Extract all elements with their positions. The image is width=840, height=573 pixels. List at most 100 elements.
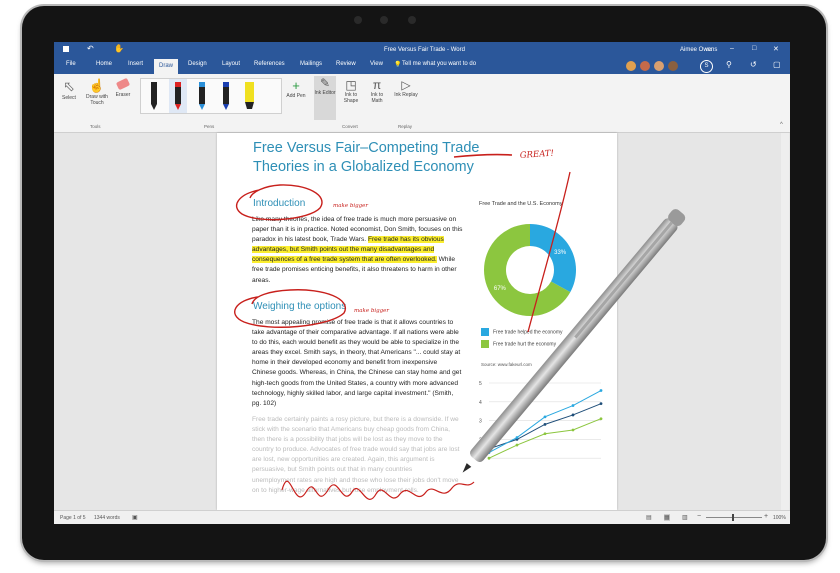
section-heading-weighing: Weighing the options	[253, 301, 347, 312]
pen-blue[interactable]	[199, 82, 205, 110]
draw-touch-label: Draw with Touch	[86, 94, 108, 106]
title-bar: ↶ ✋ Free Versus Fair Trade - Word Aimee …	[54, 42, 790, 58]
group-convert-label: Convert	[342, 124, 358, 129]
tab-references[interactable]: References	[254, 61, 285, 67]
zoom-in-icon[interactable]: +	[764, 513, 768, 520]
tab-layout[interactable]: Layout	[222, 61, 240, 67]
text-line: areas.	[252, 276, 271, 284]
add-pen-button[interactable]: + Add Pen	[284, 78, 308, 99]
section-heading-introduction: Introduction	[253, 198, 306, 209]
avatar[interactable]	[626, 61, 636, 71]
replay-icon: ▷	[401, 78, 411, 92]
data-point	[571, 404, 575, 407]
save-icon[interactable]	[63, 46, 69, 52]
search-icon[interactable]: ⚲	[726, 60, 732, 69]
web-layout-icon[interactable]: ▥	[682, 514, 688, 521]
proofing-icon[interactable]: ▣	[132, 514, 138, 521]
read-mode-icon[interactable]: ▤	[646, 514, 652, 521]
zoom-slider[interactable]	[706, 517, 762, 518]
page-count[interactable]: Page 1 of 5	[60, 515, 86, 521]
tell-me-box[interactable]: Tell me what you want to do	[402, 61, 476, 67]
weighing-paragraph: The most appealing promise of free trade…	[252, 318, 467, 409]
data-point	[571, 428, 575, 432]
vertical-scrollbar[interactable]	[781, 133, 789, 510]
y-tick-label: 2	[479, 437, 482, 443]
avatar[interactable]	[640, 61, 650, 71]
eraser-button[interactable]: Eraser	[112, 77, 134, 98]
text-line: home in their developed economy and bene…	[252, 359, 438, 367]
ink-to-math-button[interactable]: π Ink to Math	[365, 78, 389, 104]
select-button[interactable]: ⬁ Select	[58, 78, 80, 101]
data-point	[543, 432, 547, 436]
collapse-ribbon-icon[interactable]: ^	[780, 122, 783, 128]
text-line: are lost, new opportunities are created.…	[252, 456, 435, 464]
text-line: advantages, but Smith points out the man…	[252, 245, 467, 255]
avatar[interactable]	[654, 61, 664, 71]
document-page[interactable]: Free Versus Fair–Competing Trade Theorie…	[217, 133, 617, 510]
avatar[interactable]	[668, 61, 678, 71]
tab-review[interactable]: Review	[336, 61, 356, 67]
pen-darkblue[interactable]	[223, 82, 229, 110]
chart-legend: Free trade helped the economy Free trade…	[481, 328, 611, 352]
tab-draw[interactable]: Draw	[154, 59, 179, 74]
draw-ribbon: ⬁ Select ☝ Draw with Touch Eraser + Add …	[54, 74, 790, 133]
text-line: paper than it is in practice. Noted econ…	[252, 226, 463, 234]
zoom-out-icon[interactable]: −	[697, 513, 701, 520]
add-pen-label: Add Pen	[286, 93, 306, 99]
data-point	[543, 415, 547, 419]
legend-swatch-helped	[481, 328, 489, 336]
highlighter-yellow[interactable]	[245, 82, 254, 109]
tab-insert[interactable]: Insert	[128, 61, 143, 67]
ink-editor-button[interactable]: ✎ Ink Editor	[314, 76, 336, 120]
eraser-icon	[115, 77, 131, 91]
text-line: persuasive, but Smith points out that in…	[252, 466, 413, 474]
history-icon[interactable]: ↺	[750, 60, 757, 69]
word-count[interactable]: 1344 words	[94, 515, 120, 521]
tab-mailings[interactable]: Mailings	[300, 61, 322, 67]
print-layout-icon[interactable]: ▦	[664, 514, 670, 521]
data-point	[571, 413, 575, 417]
minimize-icon[interactable]: –	[730, 45, 734, 52]
text-line: pg. 102)	[252, 399, 277, 407]
status-bar: Page 1 of 5 1344 words ▣ ▤ ▦ ▥ − + 100%	[54, 510, 790, 524]
zoom-slider-thumb[interactable]	[732, 514, 734, 521]
camera-icon	[408, 16, 416, 24]
tab-design[interactable]: Design	[188, 61, 207, 67]
data-point	[487, 447, 491, 451]
pointer-icon: ⬁	[63, 78, 75, 94]
line-chart: 1 2 3 4 5	[479, 381, 603, 462]
math-icon: π	[372, 78, 382, 92]
draw-with-touch-button[interactable]: ☝ Draw with Touch	[82, 78, 112, 106]
close-icon[interactable]: ✕	[773, 45, 779, 53]
chart-source: Source: www.fakeurl.com	[481, 362, 532, 367]
zoom-level[interactable]: 100%	[773, 515, 786, 521]
camera-icon	[380, 16, 388, 24]
ink-replay-button[interactable]: ▷ Ink Replay	[394, 78, 418, 98]
series-line	[488, 403, 602, 450]
donut-chart: 33% 67%	[484, 224, 576, 316]
tab-home[interactable]: Home	[96, 61, 112, 67]
ink-to-shape-label: Ink to Shape	[343, 92, 359, 104]
touch-mode-icon[interactable]: ✋	[114, 44, 124, 53]
ink-to-shape-button[interactable]: ◳ Ink to Shape	[339, 78, 363, 104]
highlighted-text: consequences of a free trade system that…	[252, 256, 437, 264]
legend-item: Free trade hurt the economy	[481, 340, 611, 352]
ribbon-display-icon[interactable]: ▭	[706, 45, 713, 53]
select-label: Select	[62, 95, 76, 101]
skype-icon[interactable]: S	[700, 60, 713, 73]
series-line	[488, 390, 602, 454]
document-title: Free Versus Fair–Competing Trade Theorie…	[253, 140, 480, 175]
text-line: high-tech goods from the United States, …	[252, 379, 458, 387]
word-window: ↶ ✋ Free Versus Fair Trade - Word Aimee …	[54, 42, 790, 524]
data-point	[599, 402, 603, 406]
undo-icon[interactable]: ↶	[87, 44, 94, 53]
text-line: Like many theories, the idea of free tra…	[252, 216, 457, 223]
text-line: country to produce. Advocates of free tr…	[252, 446, 460, 454]
hand-icon: ☝	[88, 78, 106, 93]
donut-slice	[530, 224, 576, 293]
maximize-icon[interactable]: □	[752, 45, 756, 52]
pen-black[interactable]	[151, 82, 157, 110]
tab-file[interactable]: File	[66, 61, 76, 67]
tab-view[interactable]: View	[370, 61, 383, 67]
comment-icon[interactable]: ▢	[773, 60, 781, 69]
